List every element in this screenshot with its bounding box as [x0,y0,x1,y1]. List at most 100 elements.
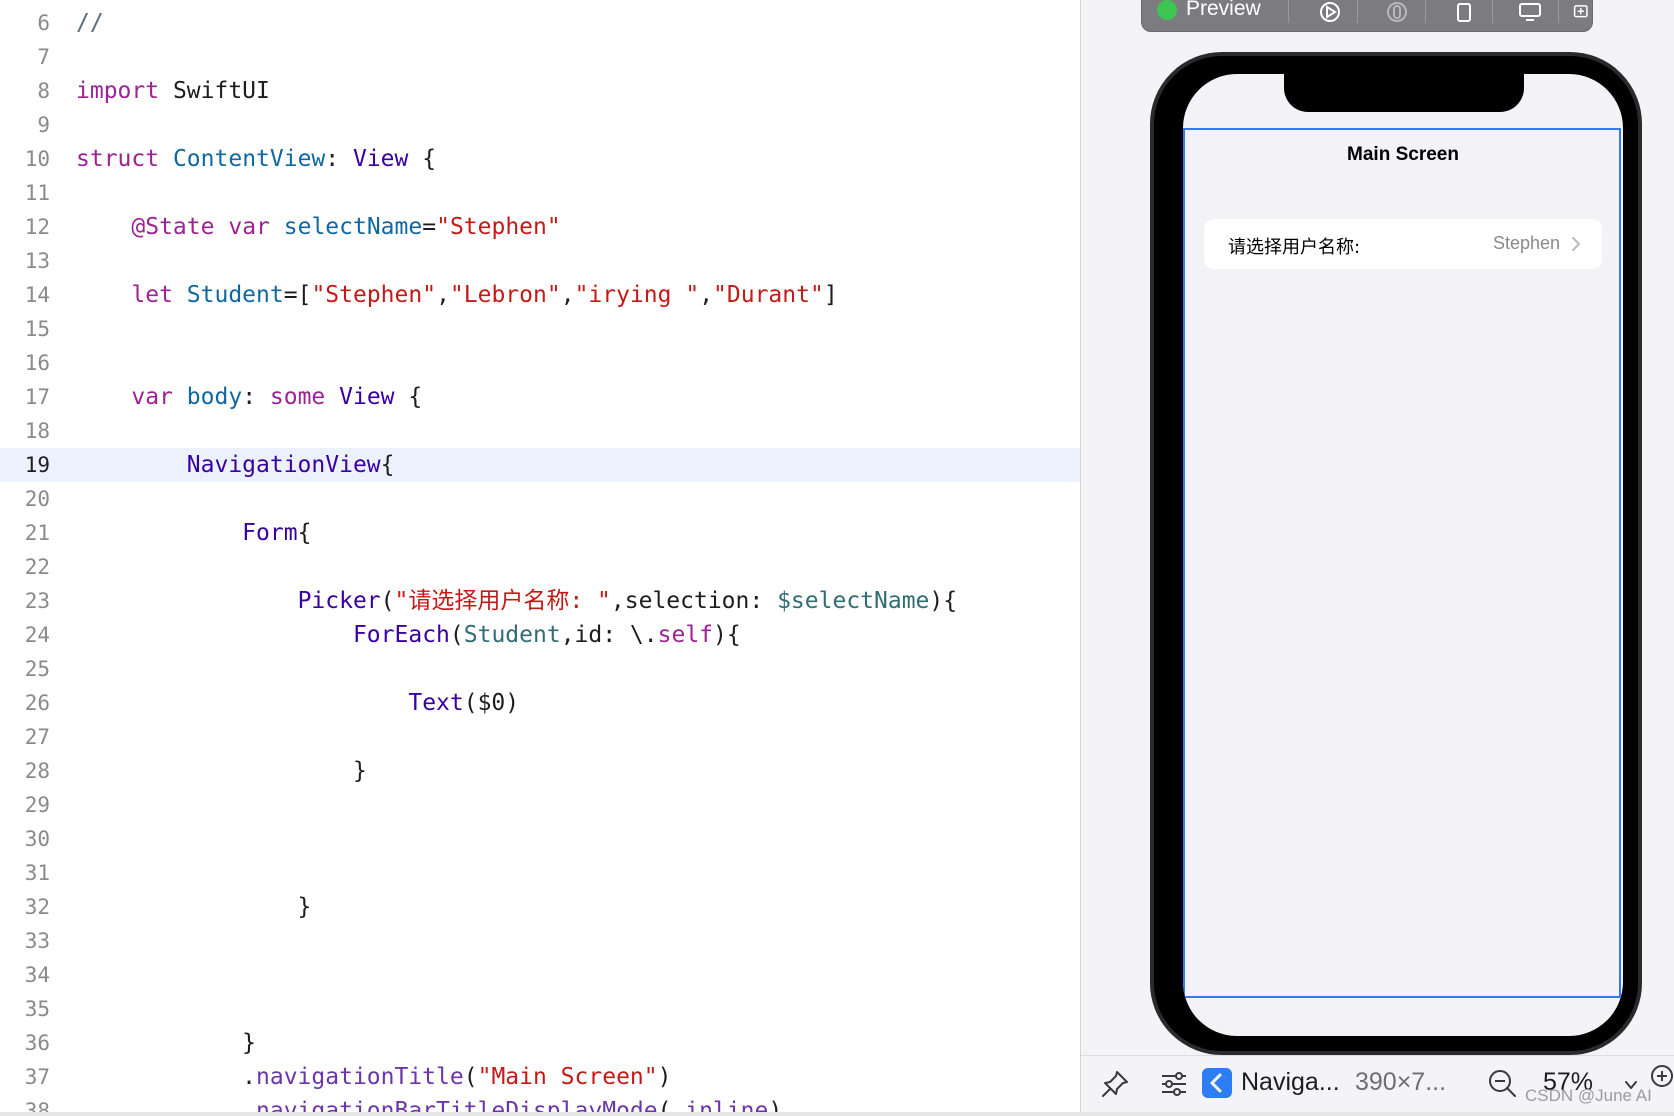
navigation-view-icon[interactable] [1201,1067,1233,1099]
code-line[interactable]: 36 } [0,1026,1080,1060]
code-line[interactable]: 11 [0,176,1080,210]
code-line[interactable]: 32 } [0,890,1080,924]
zoom-in-icon[interactable] [1649,1064,1674,1089]
code-text: Picker("请选择用户名称: ",selection: $selectNam… [76,584,958,618]
pin-icon[interactable] [1099,1068,1131,1100]
code-line[interactable]: 27 [0,720,1080,754]
preview-canvas[interactable]: Preview Main Screen 请选择用户名称: Stephen [1081,0,1674,1055]
code-token: : [242,384,270,410]
line-number[interactable]: 21 [0,516,50,550]
zoom-out-icon[interactable] [1487,1068,1519,1100]
code-line[interactable]: 18 [0,414,1080,448]
code-line[interactable]: 38 .navigationBarTitleDisplayMode(.inlin… [0,1094,1080,1112]
line-number[interactable]: 16 [0,346,50,380]
line-number[interactable]: 26 [0,686,50,720]
code-token: ) [768,1098,783,1112]
code-line[interactable]: 21 Form{ [0,516,1080,550]
line-number[interactable]: 20 [0,482,50,516]
line-number[interactable]: 22 [0,550,50,584]
line-number[interactable]: 35 [0,992,50,1026]
line-number[interactable]: 23 [0,584,50,618]
line-number[interactable]: 7 [0,40,50,74]
code-line[interactable]: 28 } [0,754,1080,788]
line-number[interactable]: 9 [0,108,50,142]
code-line[interactable]: 12 @State var selectName="Stephen" [0,210,1080,244]
live-preview-icon[interactable] [1317,1,1343,23]
line-number[interactable]: 17 [0,380,50,414]
view-hierarchy-label[interactable]: Naviga... [1241,1068,1340,1097]
code-line[interactable]: 29 [0,788,1080,822]
line-number[interactable]: 32 [0,890,50,924]
device-screen[interactable]: Main Screen 请选择用户名称: Stephen [1183,74,1623,1036]
code-token: =[ [283,282,312,308]
code-line[interactable]: 34 [0,958,1080,992]
line-number[interactable]: 6 [0,6,50,40]
line-number[interactable]: 34 [0,958,50,992]
code-line[interactable]: 26 Text($0) [0,686,1080,720]
code-line[interactable]: 19 NavigationView{ [0,448,1080,482]
device-settings-icon[interactable] [1517,1,1543,23]
line-number[interactable]: 18 [0,414,50,448]
code-line[interactable]: 23 Picker("请选择用户名称: ",selection: $select… [0,584,1080,618]
line-number[interactable]: 29 [0,788,50,822]
line-number[interactable]: 14 [0,278,50,312]
code-line[interactable]: 24 ForEach(Student,id: \.self){ [0,618,1080,652]
duplicate-preview-icon[interactable] [1570,1,1590,23]
code-line[interactable]: 37 .navigationTitle("Main Screen") [0,1060,1080,1094]
code-token: Student [186,282,284,308]
line-number[interactable]: 13 [0,244,50,278]
code-text: } [76,1026,256,1060]
line-number[interactable]: 8 [0,74,50,108]
code-token: View [339,384,395,410]
line-number[interactable]: 33 [0,924,50,958]
line-number[interactable]: 10 [0,142,50,176]
line-number[interactable]: 12 [0,210,50,244]
code-line[interactable]: 14 let Student=["Stephen","Lebron","iryi… [0,278,1080,312]
line-number[interactable]: 38 [0,1094,50,1112]
code-line[interactable]: 17 var body: some View { [0,380,1080,414]
code-line[interactable]: 15 [0,312,1080,346]
code-line[interactable]: 13 [0,244,1080,278]
code-line[interactable]: 25 [0,652,1080,686]
code-line[interactable]: 33 [0,924,1080,958]
code-line[interactable]: 31 [0,856,1080,890]
debug-icon[interactable] [1384,1,1410,23]
code-line[interactable]: 16 [0,346,1080,380]
code-line[interactable]: 6 // [0,6,1080,40]
line-number[interactable]: 31 [0,856,50,890]
line-number[interactable]: 11 [0,176,50,210]
code-token: ] [823,282,838,308]
line-number[interactable]: 36 [0,1026,50,1060]
line-number[interactable]: 15 [0,312,50,346]
code-line[interactable]: 30 [0,822,1080,856]
code-token: . [76,1064,257,1090]
code-token: "irying " [574,282,700,308]
code-editor[interactable]: 6 // 7 8 import SwiftUI 9 10 struct ContentView… [0,0,1080,1112]
device-icon[interactable] [1451,1,1477,23]
picker-row[interactable]: 请选择用户名称: Stephen [1204,219,1602,269]
code-token: { [297,520,312,546]
line-number[interactable]: 19 [0,448,50,482]
code-line[interactable]: 10 struct ContentView: View { [0,142,1080,176]
line-number[interactable]: 27 [0,720,50,754]
line-number[interactable]: 25 [0,652,50,686]
code-line[interactable]: 20 [0,482,1080,516]
code-token: = [422,214,437,240]
code-line[interactable]: 9 [0,108,1080,142]
code-line[interactable]: 35 [0,992,1080,1026]
line-number[interactable]: 24 [0,618,50,652]
code-line[interactable]: 8 import SwiftUI [0,74,1080,108]
variants-icon[interactable] [1159,1070,1189,1098]
code-line[interactable]: 22 [0,550,1080,584]
code-line[interactable]: 7 [0,40,1080,74]
code-token: Form [242,520,298,546]
line-number[interactable]: 30 [0,822,50,856]
line-number[interactable]: 28 [0,754,50,788]
line-number[interactable]: 37 [0,1060,50,1094]
code-token: ($0) [463,690,520,716]
